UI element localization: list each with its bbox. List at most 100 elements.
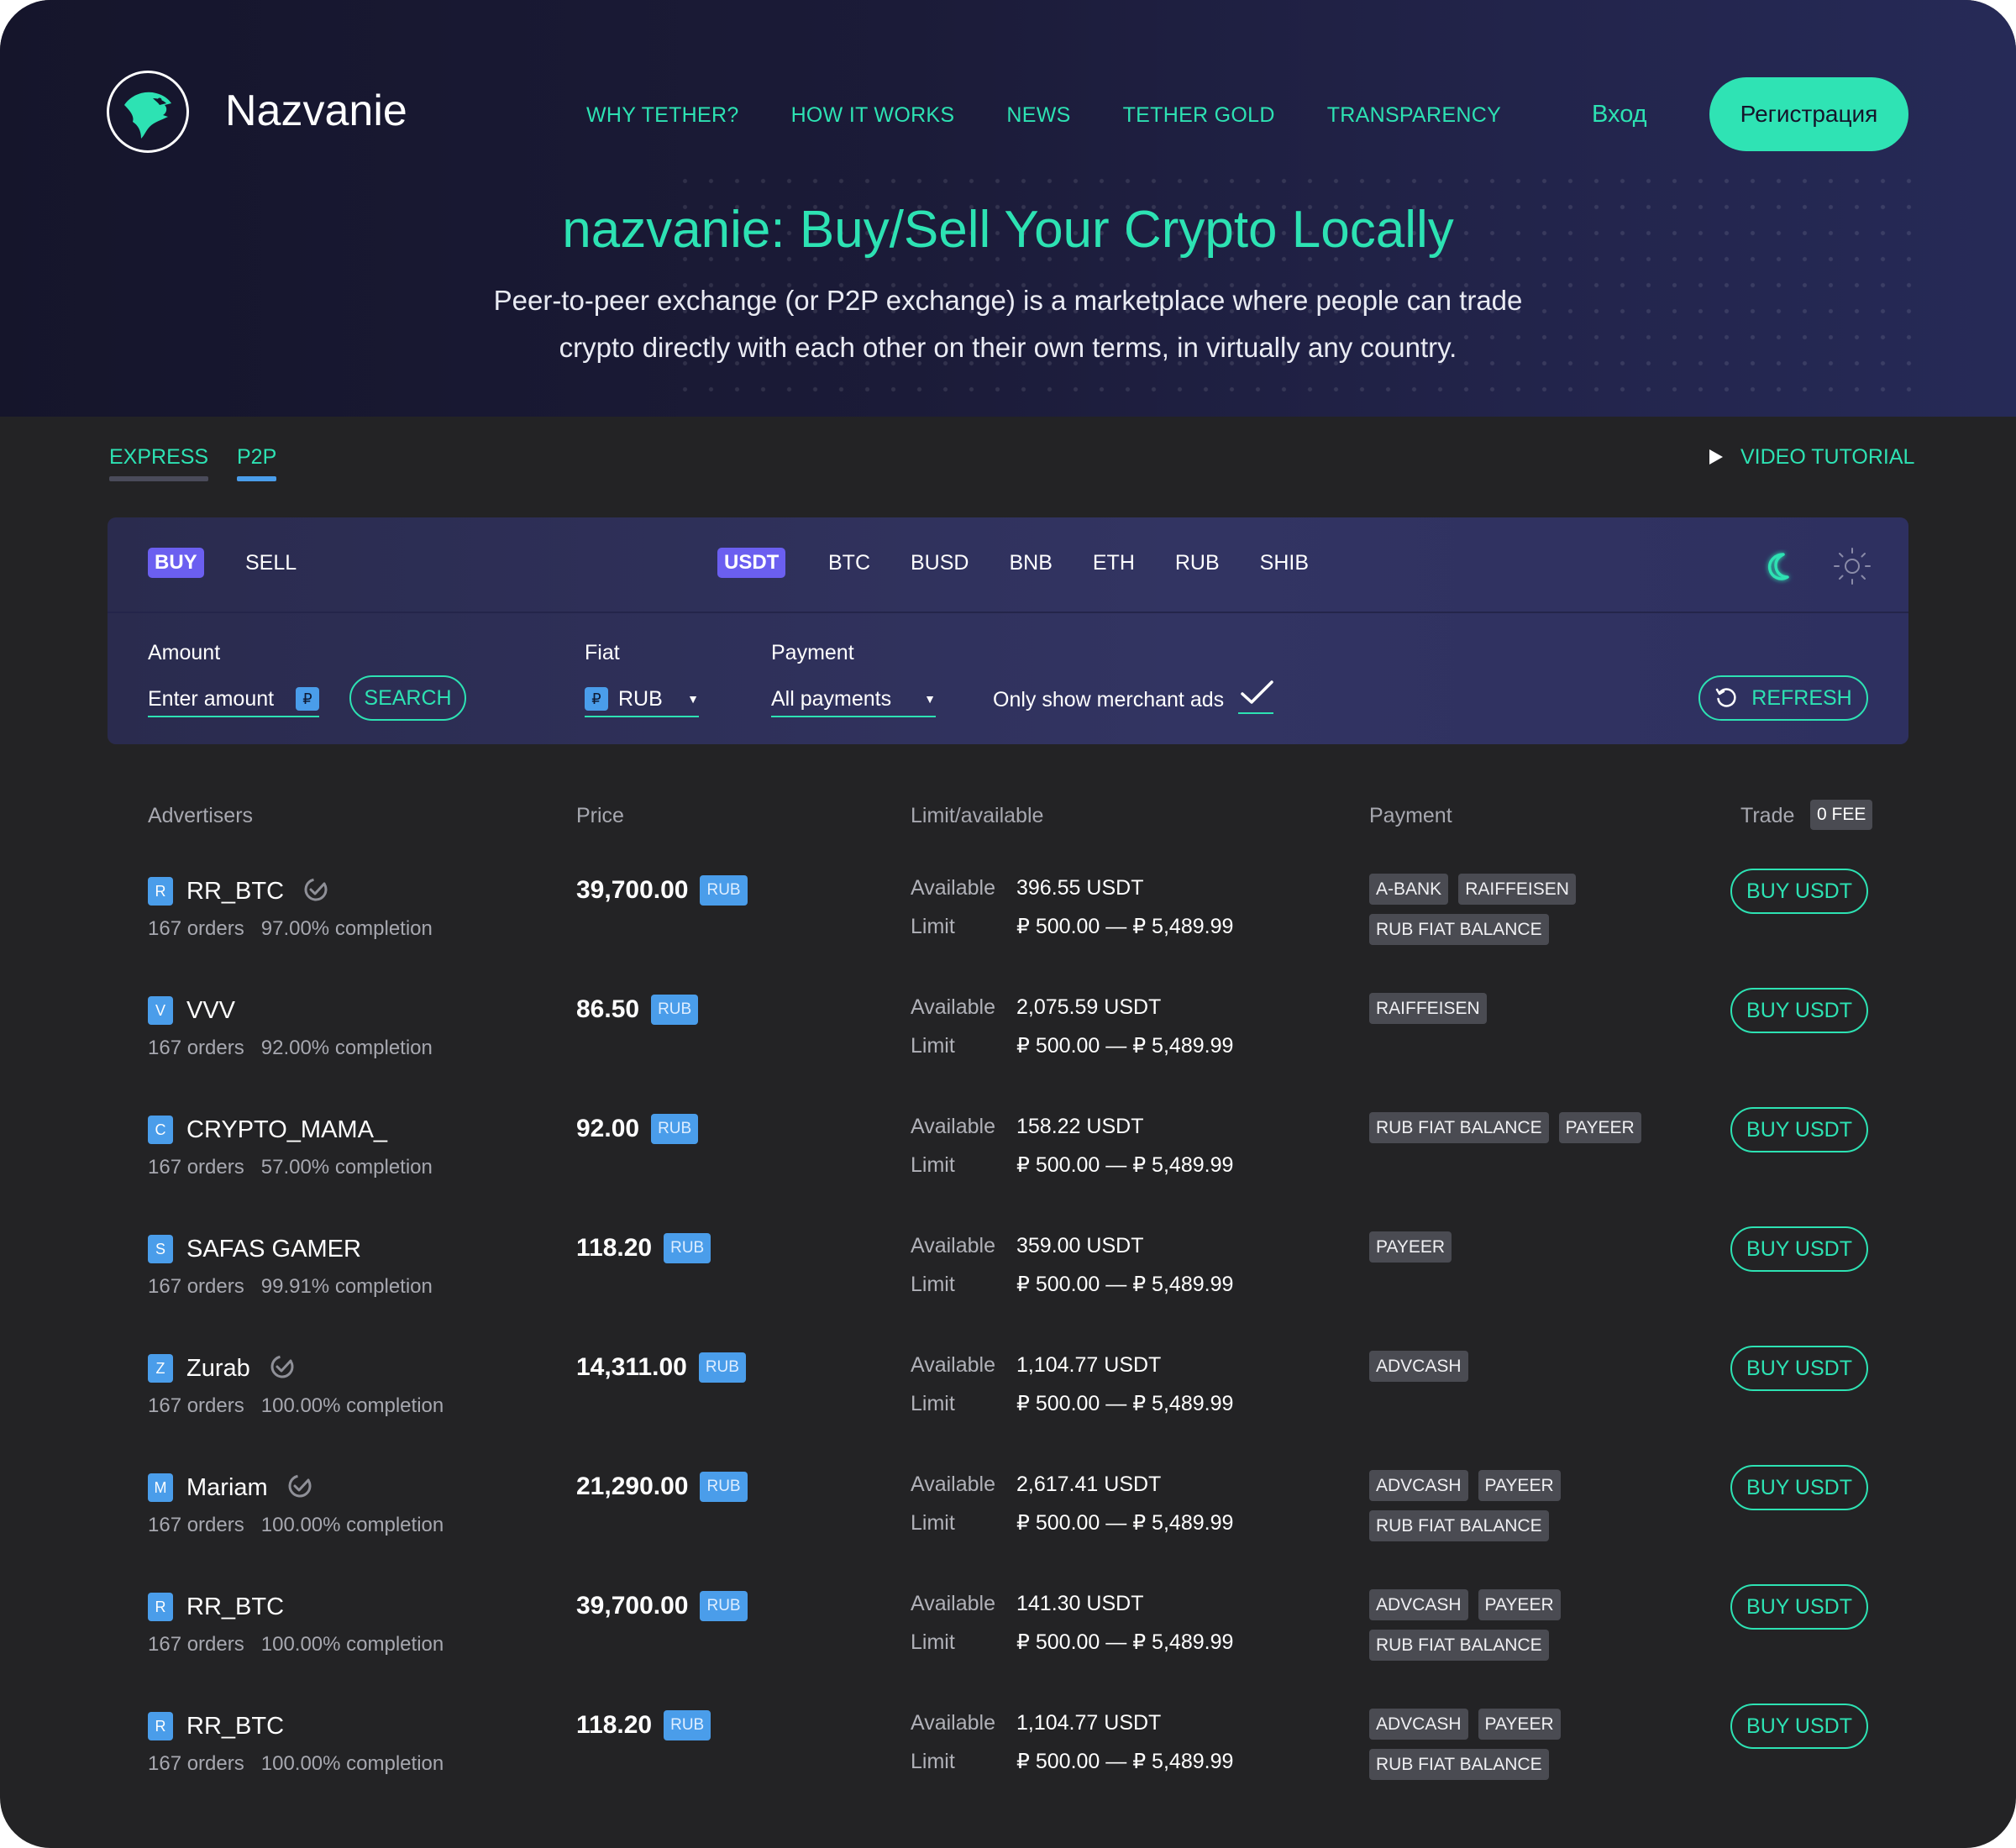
advertiser-name[interactable]: RR_BTC — [186, 1591, 284, 1623]
payment-methods: ADVCASH PAYEER RUB FIAT BALANCE — [1369, 1470, 1646, 1541]
advertiser-stats: 167 orders 100.00% completion — [148, 1630, 444, 1659]
completion-rate: 100.00% completion — [260, 1394, 444, 1417]
merchant-ads-label: Only show merchant ads — [993, 688, 1225, 711]
top-nav: WHY TETHER? HOW IT WORKS NEWS TETHER GOL… — [586, 101, 1501, 129]
verified-check-icon — [286, 1473, 313, 1504]
panel-divider — [108, 612, 1908, 613]
available-value: 1,104.77 USDT — [1016, 1711, 1162, 1735]
avatar: M — [148, 1473, 173, 1502]
order-count: 167 orders — [148, 1037, 244, 1059]
moon-icon[interactable] — [1760, 549, 1795, 585]
nav-news[interactable]: NEWS — [1006, 101, 1070, 129]
buy-usdt-button[interactable]: BUY USDT — [1730, 1584, 1868, 1630]
video-tutorial-link[interactable]: VIDEO TUTORIAL — [1709, 443, 1914, 471]
buy-usdt-button[interactable]: BUY USDT — [1730, 1226, 1868, 1272]
advertiser-name[interactable]: Zurab — [186, 1352, 250, 1384]
refresh-button[interactable]: REFRESH — [1698, 675, 1868, 721]
amount-input[interactable]: Enter amount ₽ — [148, 682, 319, 717]
buy-usdt-button[interactable]: BUY USDT — [1730, 1107, 1868, 1152]
fiat-select[interactable]: ₽ RUB ▼ — [585, 682, 699, 717]
available-label: Available — [911, 1353, 996, 1377]
amount-placeholder: Enter amount — [148, 686, 275, 711]
avatar: V — [148, 996, 173, 1025]
coin-tab-bnb[interactable]: BNB — [1009, 549, 1052, 577]
refresh-icon — [1716, 688, 1736, 707]
available-label: Available — [911, 995, 996, 1019]
limit-label: Limit — [911, 1034, 955, 1058]
merchant-ads-checkbox[interactable] — [1238, 675, 1273, 714]
tab-express-label: EXPRESS — [109, 445, 209, 469]
table-row: R RR_BTC 167 orders 100.00% completion 118.2… — [0, 1704, 2016, 1821]
payment-select[interactable]: All payments ▼ — [771, 682, 936, 717]
avatar: R — [148, 877, 173, 906]
coin-tab-eth[interactable]: ETH — [1093, 549, 1135, 577]
header-price: Price — [576, 804, 624, 827]
completion-rate: 92.00% completion — [260, 1037, 433, 1059]
payment-method-badge: RUB FIAT BALANCE — [1369, 1510, 1549, 1541]
advertiser-name[interactable]: Mariam — [186, 1472, 268, 1504]
order-count: 167 orders — [148, 917, 244, 940]
register-button[interactable]: Регистрация — [1709, 77, 1908, 151]
price-cell: 14,311.00 RUB — [576, 1351, 746, 1384]
nav-why-tether[interactable]: WHY TETHER? — [586, 101, 739, 129]
order-count: 167 orders — [148, 1514, 244, 1536]
filter-panel: BUY SELL USDT BTC BUSD BNB ETH RUB SHIB — [108, 517, 1908, 744]
payment-methods: ADVCASH — [1369, 1351, 1646, 1382]
tab-express[interactable]: EXPRESS — [109, 443, 209, 481]
table-row: M Mariam 167 orders 100.00% completion 21,29… — [0, 1465, 2016, 1583]
available-label: Available — [911, 1711, 996, 1735]
buy-usdt-button[interactable]: BUY USDT — [1730, 988, 1868, 1033]
coin-tab-shib[interactable]: SHIB — [1260, 549, 1309, 577]
buy-usdt-button[interactable]: BUY USDT — [1730, 1465, 1868, 1510]
avatar: R — [148, 1712, 173, 1740]
buy-usdt-button[interactable]: BUY USDT — [1730, 1346, 1868, 1391]
limit-value: ₽ 500.00 — ₽ 5,489.99 — [1016, 1153, 1234, 1177]
header-advertisers: Advertisers — [148, 804, 254, 827]
buy-usdt-button[interactable]: BUY USDT — [1730, 1704, 1868, 1749]
advertiser-name[interactable]: CRYPTO_MAMA_ — [186, 1114, 387, 1146]
side-sell-tab[interactable]: SELL — [245, 549, 297, 577]
available-value: 141.30 USDT — [1016, 1592, 1144, 1615]
completion-rate: 57.00% completion — [260, 1156, 433, 1179]
login-link[interactable]: Вход — [1592, 99, 1647, 129]
payment-method-badge: A-BANK — [1369, 874, 1449, 905]
payment-method-badge: RAIFFEISEN — [1458, 874, 1576, 905]
limit-label: Limit — [911, 1153, 955, 1177]
tab-p2p[interactable]: P2P — [237, 443, 277, 481]
table-row: S SAFAS GAMER 167 orders 99.91% completion 1… — [0, 1226, 2016, 1344]
order-count: 167 orders — [148, 1633, 244, 1656]
advertiser-name[interactable]: SAFAS GAMER — [186, 1233, 361, 1265]
order-count: 167 orders — [148, 1156, 244, 1179]
buy-usdt-button[interactable]: BUY USDT — [1730, 869, 1868, 914]
sun-icon[interactable] — [1832, 546, 1872, 586]
hero-title: nazvanie: Buy/Sell Your Crypto Locally — [562, 201, 1454, 259]
advertiser-name[interactable]: RR_BTC — [186, 1710, 284, 1742]
fiat-label: Fiat — [585, 641, 620, 664]
eagle-logo-icon[interactable] — [107, 71, 189, 153]
coin-tab-rub[interactable]: RUB — [1175, 549, 1220, 577]
nav-tether-gold[interactable]: TETHER GOLD — [1123, 101, 1275, 129]
search-button[interactable]: SEARCH — [349, 675, 466, 721]
avatar: C — [148, 1116, 173, 1144]
nav-how-it-works[interactable]: HOW IT WORKS — [791, 101, 955, 129]
side-buy-tab[interactable]: BUY — [148, 548, 204, 578]
price-value: 92.00 — [576, 1115, 640, 1142]
available-label: Available — [911, 876, 996, 900]
available-label: Available — [911, 1592, 996, 1615]
advertiser-name[interactable]: VVV — [186, 995, 235, 1026]
currency-badge: RUB — [700, 1591, 748, 1621]
completion-rate: 100.00% completion — [260, 1633, 444, 1656]
limit-label: Limit — [911, 1750, 955, 1773]
payment-methods: A-BANK RAIFFEISEN RUB FIAT BALANCE — [1369, 874, 1646, 945]
price-cell: 39,700.00 RUB — [576, 1589, 748, 1623]
price-cell: 92.00 RUB — [576, 1112, 699, 1146]
advertiser-name[interactable]: RR_BTC — [186, 875, 284, 907]
coin-tab-usdt[interactable]: USDT — [717, 548, 786, 578]
ruble-icon: ₽ — [296, 687, 319, 711]
coin-tab-busd[interactable]: BUSD — [911, 549, 969, 577]
available-value: 2,617.41 USDT — [1016, 1473, 1162, 1496]
tab-p2p-label: P2P — [237, 445, 277, 469]
avatar: R — [148, 1593, 173, 1621]
coin-tab-btc[interactable]: BTC — [828, 549, 870, 577]
nav-transparency[interactable]: TRANSPARENCY — [1327, 101, 1501, 129]
